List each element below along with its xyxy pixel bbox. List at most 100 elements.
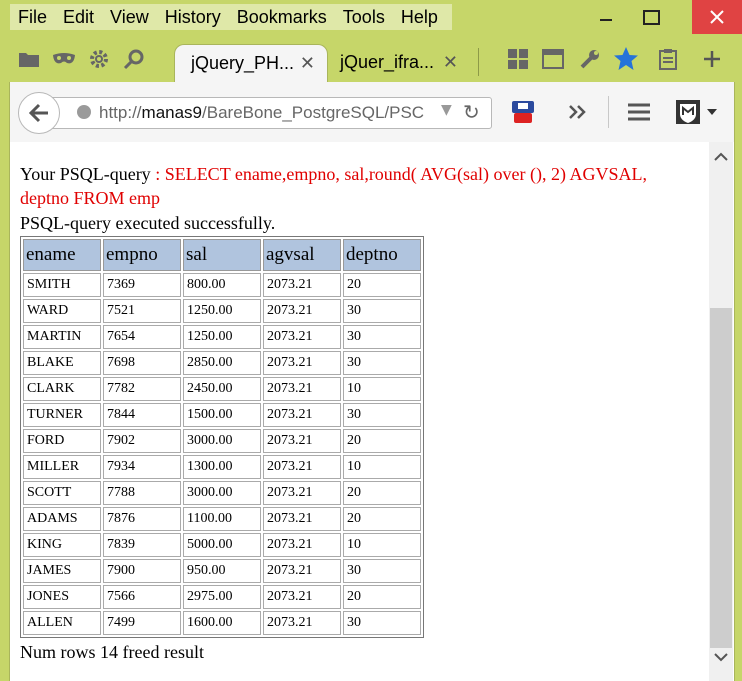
table-cell-sal: 5000.00: [183, 533, 261, 557]
maximize-icon: [642, 9, 660, 25]
table-row: SMITH 7369 800.00 2073.21 20: [23, 273, 421, 297]
close-icon: [710, 10, 724, 24]
page-content: Your PSQL-query : SELECT ename,empno, sa…: [9, 142, 735, 681]
tab-jquery-php[interactable]: jQuery_PH... ✕: [174, 44, 328, 83]
wrench-icon[interactable]: [577, 46, 603, 72]
menu-bookmarks[interactable]: Bookmarks: [229, 4, 335, 30]
results-body: SMITH 7369 800.00 2073.21 20 WARD 7521 1250.00 2…: [23, 273, 421, 635]
youtube-icon[interactable]: [508, 97, 538, 127]
table-cell-ename: ADAMS: [23, 507, 101, 531]
table-cell-ename: MARTIN: [23, 325, 101, 349]
table-cell-deptno: 20: [343, 273, 421, 297]
tab-separator: [478, 48, 479, 76]
table-cell-sal: 950.00: [183, 559, 261, 583]
overflow-chevron-icon[interactable]: [563, 97, 593, 127]
tab-strip: jQuery_PH... ✕ jQuer_ifra... ✕: [0, 38, 742, 83]
minimize-icon: [600, 19, 612, 21]
table-cell-empno: 7839: [103, 533, 181, 557]
menu-tools[interactable]: Tools: [335, 4, 393, 30]
tab-jquer-iframe[interactable]: jQuer_ifra... ✕: [330, 44, 470, 82]
dropdown-arrow-icon: [707, 109, 717, 115]
scroll-up-button[interactable]: [709, 146, 733, 166]
table-cell-sal: 2850.00: [183, 351, 261, 375]
search-icon[interactable]: [121, 46, 147, 72]
table-row: WARD 7521 1250.00 2073.21 30: [23, 299, 421, 323]
table-header-row: ename empno sal agvsal deptno: [23, 239, 421, 271]
star-icon[interactable]: [613, 46, 639, 72]
hamburger-menu-icon[interactable]: [624, 97, 654, 127]
scroll-down-button[interactable]: [709, 647, 733, 667]
back-arrow-icon: [28, 103, 48, 123]
query-label: Your PSQL-query: [20, 164, 151, 184]
folder-icon[interactable]: [16, 46, 42, 72]
table-cell-deptno: 20: [343, 585, 421, 609]
new-tab-icon[interactable]: [699, 46, 725, 72]
table-cell-empno: 7902: [103, 429, 181, 453]
table-cell-agvsal: 2073.21: [263, 351, 341, 375]
column-header: sal: [183, 239, 261, 271]
table-cell-sal: 2450.00: [183, 377, 261, 401]
url-bar[interactable]: http://manas9/BareBone_PostgreSQL/PSC ▼ …: [50, 97, 492, 129]
menu-help[interactable]: Help: [393, 4, 446, 30]
table-cell-ename: BLAKE: [23, 351, 101, 375]
table-cell-empno: 7521: [103, 299, 181, 323]
table-cell-empno: 7788: [103, 481, 181, 505]
menu-edit[interactable]: Edit: [55, 4, 102, 30]
table-cell-agvsal: 2073.21: [263, 455, 341, 479]
table-cell-ename: SCOTT: [23, 481, 101, 505]
close-window-button[interactable]: [692, 0, 742, 34]
table-row: BLAKE 7698 2850.00 2073.21 30: [23, 351, 421, 375]
table-cell-sal: 3000.00: [183, 481, 261, 505]
table-cell-agvsal: 2073.21: [263, 429, 341, 453]
table-cell-empno: 7934: [103, 455, 181, 479]
table-cell-deptno: 30: [343, 611, 421, 635]
table-cell-sal: 1100.00: [183, 507, 261, 531]
table-row: JAMES 7900 950.00 2073.21 30: [23, 559, 421, 583]
table-cell-agvsal: 2073.21: [263, 533, 341, 557]
table-cell-empno: 7876: [103, 507, 181, 531]
table-cell-deptno: 20: [343, 507, 421, 531]
window-icon[interactable]: [540, 46, 566, 72]
vertical-scrollbar[interactable]: [709, 142, 733, 681]
minimize-button[interactable]: [583, 0, 629, 34]
table-cell-empno: 7900: [103, 559, 181, 583]
table-cell-agvsal: 2073.21: [263, 559, 341, 583]
table-cell-empno: 7499: [103, 611, 181, 635]
table-cell-empno: 7566: [103, 585, 181, 609]
column-header: empno: [103, 239, 181, 271]
url-dropdown-icon[interactable]: ▼: [441, 102, 452, 118]
mask-icon[interactable]: [51, 46, 77, 72]
grid-icon[interactable]: [505, 46, 531, 72]
tab-title: jQuer_ifra...: [340, 52, 435, 72]
table-row: FORD 7902 3000.00 2073.21 20: [23, 429, 421, 453]
scrollbar-thumb[interactable]: [710, 308, 732, 648]
table-cell-agvsal: 2073.21: [263, 377, 341, 401]
menu-history[interactable]: History: [157, 4, 229, 30]
table-cell-sal: 3000.00: [183, 429, 261, 453]
reload-icon[interactable]: ↻: [463, 100, 480, 124]
table-row: MILLER 7934 1300.00 2073.21 10: [23, 455, 421, 479]
menu-view[interactable]: View: [102, 4, 157, 30]
table-cell-sal: 2975.00: [183, 585, 261, 609]
clipboard-icon[interactable]: [655, 46, 681, 72]
results-table: ename empno sal agvsal deptno SMITH 7369 8…: [20, 236, 424, 638]
table-cell-deptno: 20: [343, 429, 421, 453]
table-row: KING 7839 5000.00 2073.21 10: [23, 533, 421, 557]
query-line: Your PSQL-query : SELECT ename,empno, sa…: [20, 162, 690, 210]
table-cell-ename: SMITH: [23, 273, 101, 297]
maximize-button[interactable]: [628, 0, 674, 34]
column-header: deptno: [343, 239, 421, 271]
table-cell-ename: MILLER: [23, 455, 101, 479]
tab-close-icon[interactable]: ✕: [443, 52, 458, 73]
back-button[interactable]: [18, 92, 60, 134]
menu-file[interactable]: File: [10, 4, 55, 30]
table-cell-agvsal: 2073.21: [263, 611, 341, 635]
url-text[interactable]: http://manas9/BareBone_PostgreSQL/PSC: [99, 103, 429, 123]
menu-list: File Edit View History Bookmarks Tools Help: [10, 4, 452, 30]
table-row: TURNER 7844 1500.00 2073.21 30: [23, 403, 421, 427]
table-cell-deptno: 10: [343, 455, 421, 479]
tab-title: jQuery_PH...: [191, 53, 295, 73]
extension-menu-button[interactable]: [672, 97, 720, 127]
gear-icon[interactable]: [86, 46, 112, 72]
tab-close-icon[interactable]: ✕: [300, 53, 315, 74]
